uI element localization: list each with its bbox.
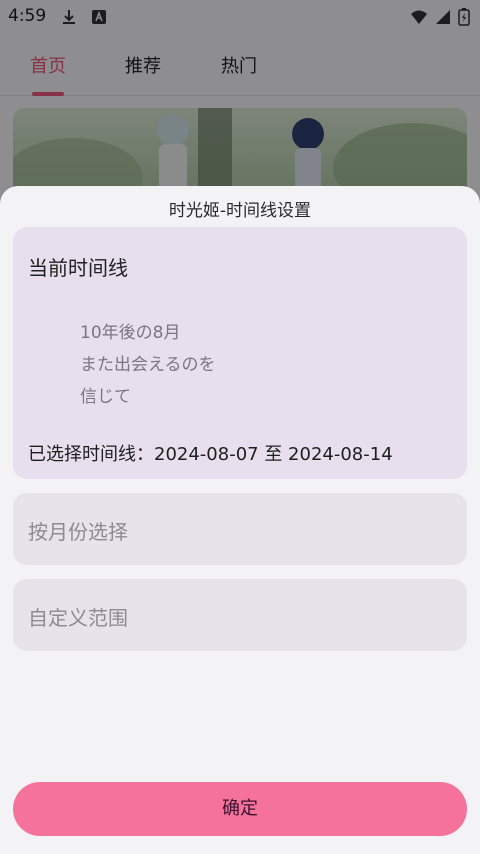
quote-line: 信じて xyxy=(80,387,131,407)
custom-range-option[interactable]: 自定义范围 xyxy=(13,579,467,651)
confirm-button[interactable]: 确定 xyxy=(13,782,467,836)
timeline-settings-sheet: 时光姬-时间线设置 当前时间线 10年後の8月 また出会えるのを 信じて 已选择… xyxy=(0,186,480,854)
current-timeline-heading: 当前时间线 xyxy=(28,256,128,280)
select-by-month-label: 按月份选择 xyxy=(28,520,128,544)
select-by-month-option[interactable]: 按月份选择 xyxy=(13,493,467,565)
custom-range-label: 自定义范围 xyxy=(28,606,128,630)
sheet-title: 时光姬-时间线设置 xyxy=(168,201,312,221)
selected-timeline-range: 已选择时间线：2024-08-07 至 2024-08-14 xyxy=(28,444,393,465)
current-timeline-card: 当前时间线 10年後の8月 また出会えるのを 信じて 已选择时间线：2024-0… xyxy=(13,227,467,479)
quote-line: また出会えるのを xyxy=(80,355,216,375)
quote-line: 10年後の8月 xyxy=(80,323,181,343)
